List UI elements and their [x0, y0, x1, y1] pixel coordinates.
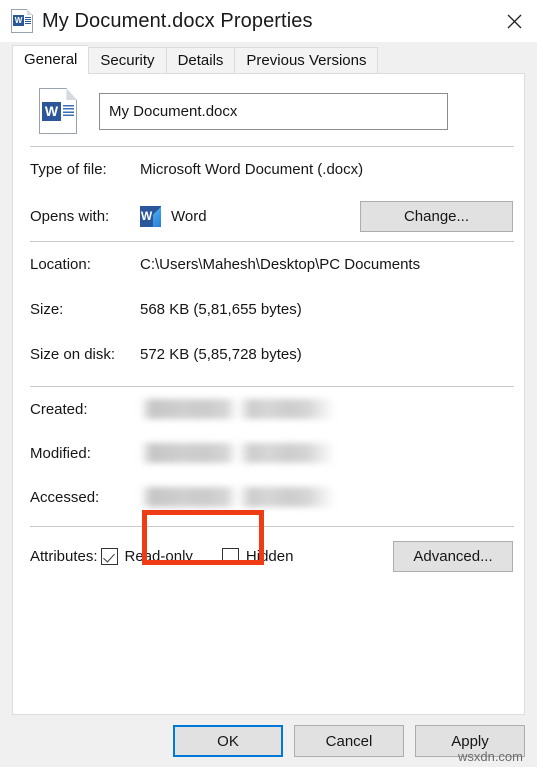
- type-of-file-row: Type of file: Microsoft Word Document (.…: [13, 147, 524, 191]
- created-value-redacted: [140, 399, 335, 419]
- accessed-value-redacted: [140, 487, 335, 507]
- ok-button[interactable]: OK: [173, 725, 283, 757]
- opens-with-row: Opens with: W Word Change...: [13, 191, 524, 241]
- tab-previous-versions[interactable]: Previous Versions: [234, 47, 379, 74]
- tab-security[interactable]: Security: [88, 47, 166, 74]
- filename-input[interactable]: [99, 92, 448, 130]
- accessed-row: Accessed:: [13, 475, 524, 519]
- change-button[interactable]: Change...: [360, 200, 513, 232]
- attributes-label: Attributes:: [30, 547, 98, 565]
- size-on-disk-row: Size on disk: 572 KB (5,85,728 bytes): [13, 332, 524, 377]
- advanced-button[interactable]: Advanced...: [393, 540, 513, 572]
- size-label: Size:: [30, 301, 64, 318]
- apply-button-label: Apply: [451, 732, 489, 750]
- tab-general-label: General: [24, 51, 78, 68]
- hidden-label: Hidden: [245, 547, 294, 565]
- opens-with-app-name: Word: [171, 207, 207, 225]
- filename-row: W: [13, 74, 524, 146]
- size-value: 568 KB (5,81,655 bytes): [140, 301, 302, 318]
- tab-details[interactable]: Details: [165, 47, 235, 74]
- dialog-footer: OK Cancel Apply wsxdn.com: [0, 715, 537, 767]
- window-title: My Document.docx Properties: [42, 9, 313, 32]
- location-label: Location:: [30, 256, 91, 273]
- apply-button[interactable]: Apply: [415, 725, 525, 757]
- properties-dialog: W My Document.docx Properties General Se…: [0, 0, 537, 767]
- tab-strip: General Security Details Previous Versio…: [0, 42, 537, 74]
- location-row: Location: C:\Users\Mahesh\Desktop\PC Doc…: [13, 242, 524, 287]
- close-icon[interactable]: [491, 0, 537, 42]
- modified-value-redacted: [140, 443, 335, 463]
- tab-security-label: Security: [100, 52, 155, 69]
- change-button-label: Change...: [403, 207, 470, 225]
- tab-details-label: Details: [177, 52, 224, 69]
- cancel-button-label: Cancel: [325, 732, 373, 750]
- tab-previous-versions-label: Previous Versions: [246, 52, 367, 69]
- accessed-label: Accessed:: [30, 488, 100, 506]
- readonly-label: Read-only: [124, 547, 193, 565]
- checkbox-empty-icon: [221, 547, 239, 565]
- created-label: Created:: [30, 400, 88, 418]
- general-tab-panel: W Type of file: Microsoft Word Document …: [12, 74, 525, 715]
- created-row: Created:: [13, 387, 524, 431]
- hidden-checkbox[interactable]: Hidden: [221, 547, 294, 565]
- size-on-disk-value: 572 KB (5,85,728 bytes): [140, 346, 302, 363]
- size-on-disk-label: Size on disk:: [30, 346, 116, 363]
- tab-general[interactable]: General: [12, 45, 89, 74]
- advanced-button-label: Advanced...: [413, 547, 493, 565]
- ok-button-label: OK: [217, 732, 239, 750]
- cancel-button[interactable]: Cancel: [294, 725, 404, 757]
- size-row: Size: 568 KB (5,81,655 bytes): [13, 287, 524, 332]
- readonly-checkbox[interactable]: Read-only: [100, 547, 193, 565]
- modified-row: Modified:: [13, 431, 524, 475]
- word-app-icon: W: [140, 205, 161, 227]
- word-document-icon-large: W: [39, 88, 77, 134]
- type-of-file-label: Type of file:: [30, 160, 107, 178]
- type-of-file-value: Microsoft Word Document (.docx): [140, 160, 364, 178]
- opens-with-label: Opens with:: [30, 207, 110, 225]
- modified-label: Modified:: [30, 444, 91, 462]
- word-document-icon: W: [11, 9, 33, 33]
- title-bar: W My Document.docx Properties: [0, 0, 537, 42]
- checkbox-check-icon: [100, 547, 118, 565]
- location-value: C:\Users\Mahesh\Desktop\PC Documents: [140, 256, 421, 273]
- attributes-row: Attributes: Read-only Hidden Advanced...: [13, 510, 524, 585]
